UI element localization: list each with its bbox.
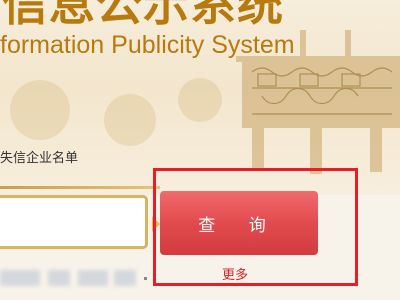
divider-line: [0, 186, 160, 189]
more-link[interactable]: 更多: [222, 268, 248, 284]
obscured-content: [48, 270, 70, 286]
obscured-content: [78, 270, 108, 286]
system-title-english: formation Publicity System: [0, 31, 295, 59]
search-input[interactable]: [0, 195, 148, 249]
query-button[interactable]: 查 询: [160, 191, 318, 255]
obscured-content: [0, 270, 40, 286]
obscured-content: [114, 270, 136, 286]
search-category-label: 失信企业名单: [0, 151, 79, 166]
system-title-chinese: 信息公示系统: [2, 0, 284, 31]
separator-dot: [144, 277, 147, 280]
header-banner: 信息公示系统 formation Publicity System 失信企业名单: [0, 0, 400, 195]
button-arrow-icon: [152, 216, 160, 232]
